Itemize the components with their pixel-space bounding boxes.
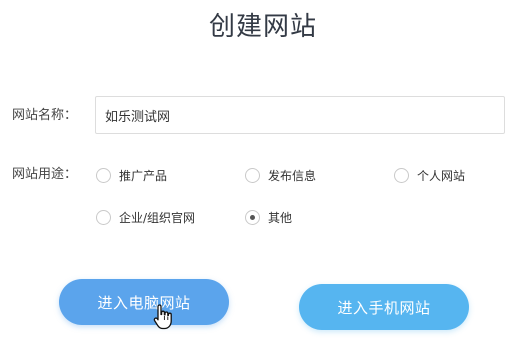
page-title: 创建网站 — [208, 12, 317, 42]
radio-option-other[interactable]: 其他 — [245, 208, 292, 226]
enter-pc-site-button[interactable]: 进入电脑网站 — [59, 279, 229, 325]
radio-option-publish-info[interactable]: 发布信息 — [245, 166, 316, 184]
site-purpose-label: 网站用途： — [12, 167, 78, 182]
radio-button[interactable] — [96, 167, 111, 183]
radio-label: 推广产品 — [119, 168, 168, 183]
enter-mobile-site-button[interactable]: 进入手机网站 — [299, 284, 469, 330]
radio-button-selected[interactable] — [245, 209, 260, 225]
radio-button[interactable] — [96, 209, 111, 225]
radio-label: 企业/组织官网 — [119, 210, 196, 225]
radio-label: 发布信息 — [268, 168, 317, 183]
site-name-label: 网站名称： — [12, 108, 78, 123]
site-name-input[interactable] — [95, 96, 505, 134]
radio-option-personal-site[interactable]: 个人网站 — [394, 166, 465, 184]
hand-pointer-icon — [153, 304, 172, 330]
enter-mobile-site-label: 进入手机网站 — [337, 298, 431, 317]
radio-option-corporate-site[interactable]: 企业/组织官网 — [96, 208, 195, 226]
radio-option-promote-products[interactable]: 推广产品 — [96, 166, 167, 184]
radio-selected-dot — [250, 214, 255, 220]
radio-button[interactable] — [245, 167, 260, 183]
radio-label: 其他 — [268, 210, 293, 225]
enter-pc-site-label: 进入电脑网站 — [97, 293, 191, 312]
radio-button[interactable] — [394, 167, 409, 183]
radio-label: 个人网站 — [417, 168, 466, 183]
